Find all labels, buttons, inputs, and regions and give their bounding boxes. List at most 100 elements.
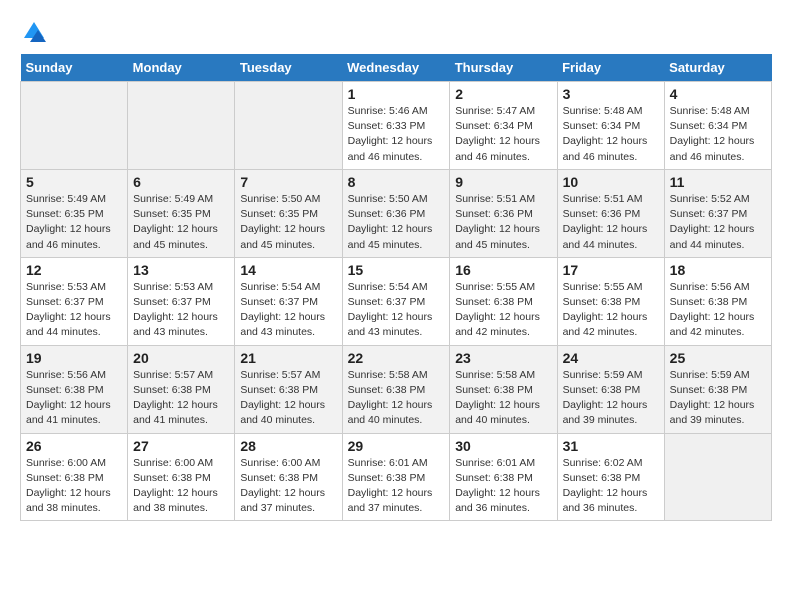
calendar-cell: 13Sunrise: 5:53 AM Sunset: 6:37 PM Dayli…	[128, 257, 235, 345]
calendar-cell: 26 Sunrise: 6:00 AM Sunset: 6:38 PM Dayli…	[21, 433, 128, 521]
day-info: Sunrise: 5:50 AM Sunset: 6:35 PM Dayligh…	[240, 192, 336, 253]
calendar-cell: 17 Sunrise: 5:55 AM Sunset: 6:38 PM Dayli…	[557, 257, 664, 345]
day-number: 29	[348, 438, 445, 454]
weekday-header: Thursday	[450, 54, 557, 82]
day-info: Sunrise: 5:54 AM Sunset: 6:37 PM Dayligh…	[348, 280, 445, 341]
day-number: 27	[133, 438, 229, 454]
day-info: Sunrise: 5:46 AM Sunset: 6:33 PM Dayligh…	[348, 104, 445, 165]
day-number: 18	[670, 262, 766, 278]
day-number: 17	[563, 262, 659, 278]
calendar-table: SundayMondayTuesdayWednesdayThursdayFrid…	[20, 54, 772, 521]
logo	[20, 20, 46, 44]
day-number: 8	[348, 174, 445, 190]
page-header	[20, 20, 772, 44]
calendar-cell: 18 Sunrise: 5:56 AM Sunset: 6:38 PM Dayli…	[664, 257, 771, 345]
calendar-cell: 3 Sunrise: 5:48 AM Sunset: 6:34 PM Daylig…	[557, 82, 664, 170]
day-info: Sunrise: 6:01 AM Sunset: 6:38 PM Dayligh…	[348, 456, 445, 517]
day-info: Sunrise: 5:57 AM Sunset: 6:38 PM Dayligh…	[133, 368, 229, 429]
day-info: Sunrise: 6:00 AM Sunset: 6:38 PM Dayligh…	[133, 456, 229, 517]
day-number: 9	[455, 174, 551, 190]
calendar-cell: 21 Sunrise: 5:57 AM Sunset: 6:38 PM Dayli…	[235, 345, 342, 433]
day-info: Sunrise: 5:51 AM Sunset: 6:36 PM Dayligh…	[563, 192, 659, 253]
day-number: 19	[26, 350, 122, 366]
weekday-header: Monday	[128, 54, 235, 82]
day-number: 16	[455, 262, 551, 278]
calendar-cell: 23 Sunrise: 5:58 AM Sunset: 6:38 PM Dayli…	[450, 345, 557, 433]
calendar-cell: 14 Sunrise: 5:54 AM Sunset: 6:37 PM Dayli…	[235, 257, 342, 345]
calendar-cell: 29 Sunrise: 6:01 AM Sunset: 6:38 PM Dayli…	[342, 433, 450, 521]
weekday-header: Friday	[557, 54, 664, 82]
calendar-cell	[664, 433, 771, 521]
day-info: Sunrise: 5:49 AM Sunset: 6:35 PM Dayligh…	[133, 192, 229, 253]
day-info: Sunrise: 6:00 AM Sunset: 6:38 PM Dayligh…	[26, 456, 122, 517]
day-number: 22	[348, 350, 445, 366]
logo-icon	[22, 20, 46, 44]
day-number: 20	[133, 350, 229, 366]
weekday-header: Sunday	[21, 54, 128, 82]
calendar-cell: 6 Sunrise: 5:49 AM Sunset: 6:35 PM Daylig…	[128, 169, 235, 257]
calendar-cell: 16 Sunrise: 5:55 AM Sunset: 6:38 PM Dayli…	[450, 257, 557, 345]
day-info: Sunrise: 5:55 AM Sunset: 6:38 PM Dayligh…	[563, 280, 659, 341]
calendar-week-row: 19Sunrise: 5:56 AM Sunset: 6:38 PM Dayli…	[21, 345, 772, 433]
day-info: Sunrise: 5:59 AM Sunset: 6:38 PM Dayligh…	[670, 368, 766, 429]
calendar-week-row: 12 Sunrise: 5:53 AM Sunset: 6:37 PM Dayli…	[21, 257, 772, 345]
day-number: 23	[455, 350, 551, 366]
day-number: 2	[455, 86, 551, 102]
day-number: 28	[240, 438, 336, 454]
day-info: Sunrise: 5:48 AM Sunset: 6:34 PM Dayligh…	[670, 104, 766, 165]
day-info: Sunrise: 5:55 AM Sunset: 6:38 PM Dayligh…	[455, 280, 551, 341]
calendar-cell: 31Sunrise: 6:02 AM Sunset: 6:38 PM Dayli…	[557, 433, 664, 521]
weekday-header-row: SundayMondayTuesdayWednesdayThursdayFrid…	[21, 54, 772, 82]
day-number: 6	[133, 174, 229, 190]
day-number: 26	[26, 438, 122, 454]
day-info: Sunrise: 5:48 AM Sunset: 6:34 PM Dayligh…	[563, 104, 659, 165]
day-info: Sunrise: 5:59 AM Sunset: 6:38 PM Dayligh…	[563, 368, 659, 429]
calendar-cell: 8 Sunrise: 5:50 AM Sunset: 6:36 PM Daylig…	[342, 169, 450, 257]
day-number: 4	[670, 86, 766, 102]
day-number: 7	[240, 174, 336, 190]
calendar-cell: 24Sunrise: 5:59 AM Sunset: 6:38 PM Dayli…	[557, 345, 664, 433]
day-info: Sunrise: 5:53 AM Sunset: 6:37 PM Dayligh…	[26, 280, 122, 341]
day-number: 31	[563, 438, 659, 454]
calendar-cell: 30 Sunrise: 6:01 AM Sunset: 6:38 PM Dayli…	[450, 433, 557, 521]
day-number: 11	[670, 174, 766, 190]
calendar-cell: 5Sunrise: 5:49 AM Sunset: 6:35 PM Daylig…	[21, 169, 128, 257]
calendar-cell	[21, 82, 128, 170]
day-info: Sunrise: 5:49 AM Sunset: 6:35 PM Dayligh…	[26, 192, 122, 253]
day-info: Sunrise: 5:58 AM Sunset: 6:38 PM Dayligh…	[455, 368, 551, 429]
calendar-cell: 9Sunrise: 5:51 AM Sunset: 6:36 PM Daylig…	[450, 169, 557, 257]
day-info: Sunrise: 5:57 AM Sunset: 6:38 PM Dayligh…	[240, 368, 336, 429]
calendar-cell: 28 Sunrise: 6:00 AM Sunset: 6:38 PM Dayli…	[235, 433, 342, 521]
calendar-cell	[128, 82, 235, 170]
calendar-cell: 4 Sunrise: 5:48 AM Sunset: 6:34 PM Daylig…	[664, 82, 771, 170]
day-info: Sunrise: 6:01 AM Sunset: 6:38 PM Dayligh…	[455, 456, 551, 517]
calendar-cell: 11Sunrise: 5:52 AM Sunset: 6:37 PM Dayli…	[664, 169, 771, 257]
day-number: 14	[240, 262, 336, 278]
day-info: Sunrise: 6:00 AM Sunset: 6:38 PM Dayligh…	[240, 456, 336, 517]
day-number: 13	[133, 262, 229, 278]
calendar-cell: 12 Sunrise: 5:53 AM Sunset: 6:37 PM Dayli…	[21, 257, 128, 345]
day-info: Sunrise: 5:50 AM Sunset: 6:36 PM Dayligh…	[348, 192, 445, 253]
calendar-week-row: 26 Sunrise: 6:00 AM Sunset: 6:38 PM Dayli…	[21, 433, 772, 521]
day-number: 21	[240, 350, 336, 366]
calendar-cell: 7 Sunrise: 5:50 AM Sunset: 6:35 PM Daylig…	[235, 169, 342, 257]
calendar-cell: 20 Sunrise: 5:57 AM Sunset: 6:38 PM Dayli…	[128, 345, 235, 433]
day-number: 12	[26, 262, 122, 278]
calendar-cell: 19Sunrise: 5:56 AM Sunset: 6:38 PM Dayli…	[21, 345, 128, 433]
day-number: 3	[563, 86, 659, 102]
day-info: Sunrise: 5:56 AM Sunset: 6:38 PM Dayligh…	[670, 280, 766, 341]
day-number: 30	[455, 438, 551, 454]
calendar-cell: 15Sunrise: 5:54 AM Sunset: 6:37 PM Dayli…	[342, 257, 450, 345]
weekday-header: Tuesday	[235, 54, 342, 82]
calendar-cell: 1 Sunrise: 5:46 AM Sunset: 6:33 PM Daylig…	[342, 82, 450, 170]
day-number: 10	[563, 174, 659, 190]
day-info: Sunrise: 5:54 AM Sunset: 6:37 PM Dayligh…	[240, 280, 336, 341]
calendar-cell: 10 Sunrise: 5:51 AM Sunset: 6:36 PM Dayli…	[557, 169, 664, 257]
calendar-cell: 22 Sunrise: 5:58 AM Sunset: 6:38 PM Dayli…	[342, 345, 450, 433]
day-number: 1	[348, 86, 445, 102]
calendar-cell: 25 Sunrise: 5:59 AM Sunset: 6:38 PM Dayli…	[664, 345, 771, 433]
day-info: Sunrise: 5:58 AM Sunset: 6:38 PM Dayligh…	[348, 368, 445, 429]
day-number: 25	[670, 350, 766, 366]
calendar-cell	[235, 82, 342, 170]
weekday-header: Saturday	[664, 54, 771, 82]
